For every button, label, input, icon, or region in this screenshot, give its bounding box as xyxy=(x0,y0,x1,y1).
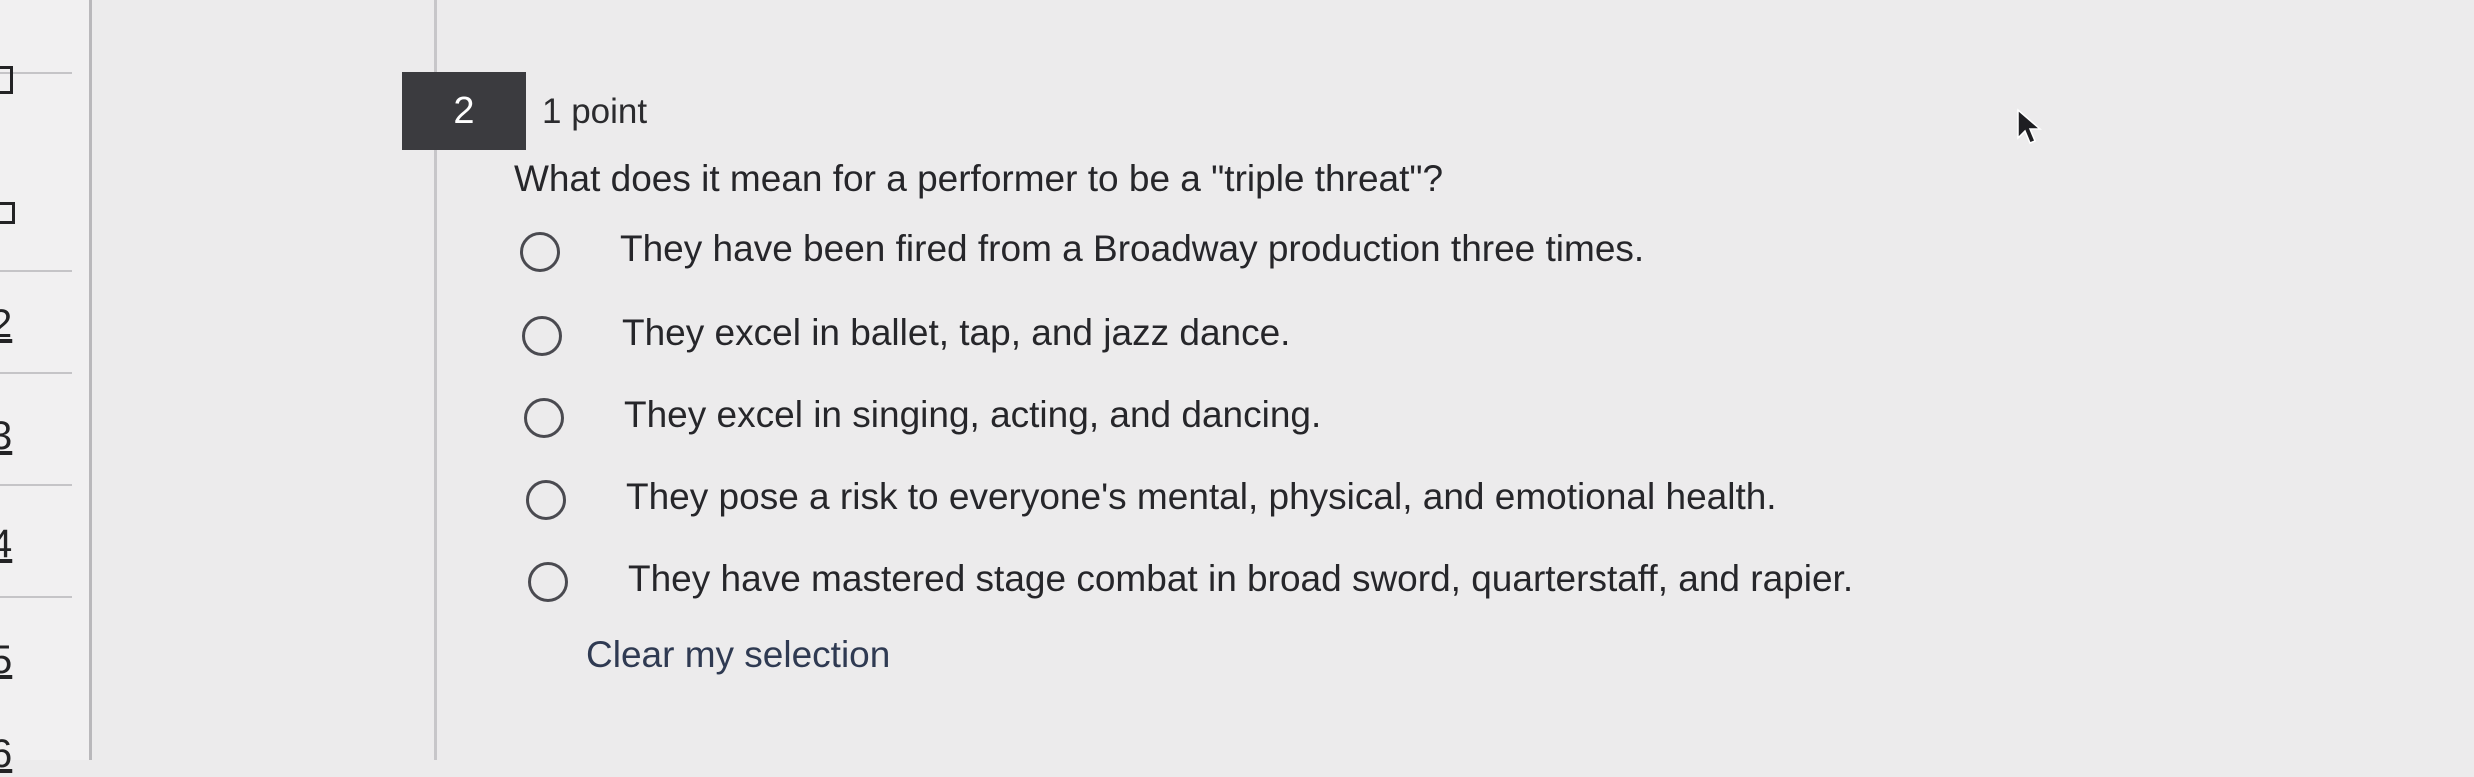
question-number-badge: 2 xyxy=(402,72,526,150)
nav-item-label: 5 xyxy=(0,638,13,682)
mouse-pointer-icon xyxy=(2017,108,2043,144)
answer-option-label[interactable]: They pose a risk to everyone's mental, p… xyxy=(626,476,1777,518)
nav-item-2[interactable]: 2 xyxy=(0,272,72,374)
nav-item-4[interactable]: 4 xyxy=(0,486,72,598)
answer-option-1[interactable]: They have been fired from a Broadway pro… xyxy=(520,228,2020,288)
bracket-icon xyxy=(0,66,13,94)
nav-item-label: 2 xyxy=(0,302,13,346)
answer-option-3[interactable]: They excel in singing, acting, and danci… xyxy=(524,394,2024,454)
radio-button[interactable] xyxy=(522,316,562,356)
clear-selection-link[interactable]: Clear my selection xyxy=(586,634,890,676)
nav-item-5[interactable]: 5 xyxy=(0,598,72,710)
radio-button[interactable] xyxy=(528,562,568,602)
answer-option-5[interactable]: They have mastered stage combat in broad… xyxy=(528,558,2028,618)
answer-option-label[interactable]: They have mastered stage combat in broad… xyxy=(628,558,1853,600)
answer-option-label[interactable]: They have been fired from a Broadway pro… xyxy=(620,228,1644,270)
question-nav: 2 3 4 5 6 xyxy=(0,0,92,776)
nav-item-label: 6 xyxy=(0,732,13,776)
flag-icon xyxy=(0,202,15,224)
question-prompt: What does it mean for a performer to be … xyxy=(514,158,1444,199)
radio-button[interactable] xyxy=(526,480,566,520)
answer-option-label[interactable]: They excel in singing, acting, and danci… xyxy=(624,394,1321,436)
question-points: 1 point xyxy=(542,92,648,131)
radio-button[interactable] xyxy=(524,398,564,438)
nav-item-label: 4 xyxy=(0,522,13,566)
nav-item-label: 3 xyxy=(0,414,13,458)
answer-option-2[interactable]: They excel in ballet, tap, and jazz danc… xyxy=(522,312,2022,372)
nav-item-previous[interactable] xyxy=(0,0,72,94)
nav-item-current[interactable] xyxy=(0,150,72,272)
answer-option-4[interactable]: They pose a risk to everyone's mental, p… xyxy=(526,476,2026,536)
nav-item-6[interactable]: 6 xyxy=(0,710,72,776)
nav-item-3[interactable]: 3 xyxy=(0,374,72,486)
radio-button[interactable] xyxy=(520,232,560,272)
answer-option-label[interactable]: They excel in ballet, tap, and jazz danc… xyxy=(622,312,1290,354)
